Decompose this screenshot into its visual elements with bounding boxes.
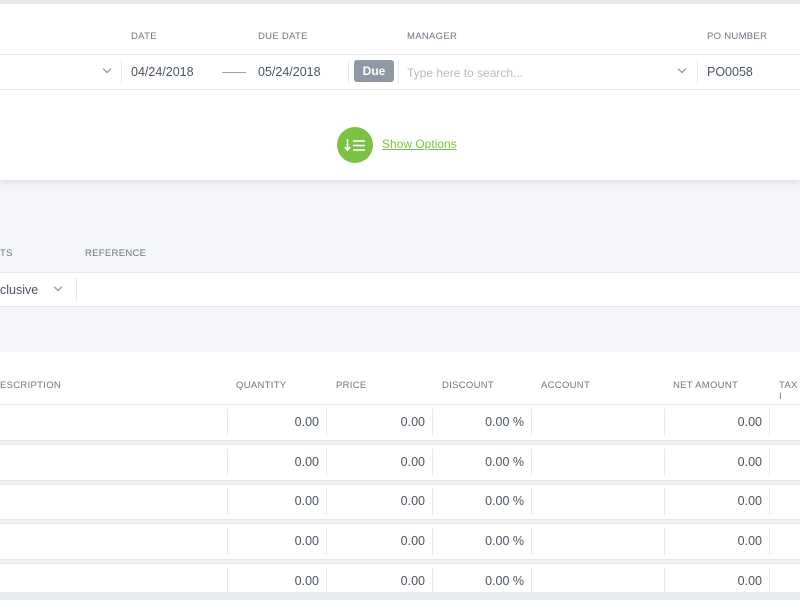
cell-net-amount[interactable]: 0.00 [738, 534, 762, 548]
cell-net-amount[interactable]: 0.00 [738, 494, 762, 508]
row-divider [0, 479, 800, 485]
col-account: ACCOUNT [541, 380, 591, 391]
cell-price[interactable]: 0.00 [401, 494, 425, 508]
cell-separator [227, 567, 228, 595]
col-quantity: QUANTITY [236, 380, 287, 391]
cell-net-amount[interactable]: 0.00 [738, 574, 762, 588]
table-header-divider [0, 404, 800, 405]
cell-quantity[interactable]: 0.00 [295, 494, 319, 508]
due-date-label: DUE DATE [258, 31, 308, 42]
po-number-field[interactable]: PO0058 [707, 65, 753, 79]
table-row: 0.00 0.00 0.00 % 0.00 [0, 446, 800, 480]
col-description: ESCRIPTION [0, 380, 62, 391]
chevron-down-icon [102, 64, 112, 74]
separator [348, 60, 349, 84]
row-divider [0, 440, 800, 445]
chevron-down-icon[interactable] [677, 64, 687, 74]
account-input[interactable] [532, 485, 664, 519]
cell-price[interactable]: 0.00 [401, 534, 425, 548]
cell-separator [326, 448, 327, 476]
cell-separator [664, 409, 665, 436]
account-input[interactable] [532, 525, 664, 559]
account-input[interactable] [532, 406, 664, 440]
manager-search-input[interactable]: Type here to search... [407, 66, 523, 80]
cell-discount[interactable]: 0.00 % [485, 455, 524, 469]
cell-price[interactable]: 0.00 [401, 455, 425, 469]
due-badge[interactable]: Due [354, 60, 394, 82]
cell-separator [326, 409, 327, 436]
cell-separator [432, 409, 433, 436]
table-row: 0.00 0.00 0.00 % 0.00 [0, 406, 800, 440]
cell-separator [326, 567, 327, 595]
date-range-dash [222, 72, 246, 73]
account-input[interactable] [532, 446, 664, 480]
cell-price[interactable]: 0.00 [401, 574, 425, 588]
cell-separator [432, 567, 433, 595]
reference-label: REFERENCE [85, 248, 147, 259]
row-divider [0, 559, 800, 565]
cell-separator [227, 488, 228, 516]
cell-discount[interactable]: 0.00 % [485, 494, 524, 508]
show-options-button[interactable] [337, 127, 373, 163]
col-price: PRICE [336, 380, 367, 391]
cell-separator [769, 567, 770, 595]
cell-separator [326, 528, 327, 556]
cell-separator [227, 409, 228, 436]
cell-separator [769, 409, 770, 436]
cell-net-amount[interactable]: 0.00 [738, 415, 762, 429]
cell-quantity[interactable]: 0.00 [295, 574, 319, 588]
separator [398, 60, 399, 84]
description-input[interactable] [0, 485, 227, 519]
col-tax: TAX I [779, 380, 798, 402]
row-divider [0, 519, 800, 525]
tax-select-value: clusive [0, 283, 39, 297]
cell-separator [432, 448, 433, 476]
cell-discount[interactable]: 0.00 % [485, 534, 524, 548]
cell-price[interactable]: 0.00 [401, 415, 425, 429]
po-number-label: PO NUMBER [707, 31, 768, 42]
due-date-field[interactable]: 05/24/2018 [258, 65, 321, 79]
separator [121, 60, 122, 84]
cell-separator [769, 488, 770, 516]
cell-discount[interactable]: 0.00 % [485, 415, 524, 429]
sort-list-icon [344, 139, 365, 152]
separator [697, 60, 698, 84]
bottom-strip [0, 592, 800, 600]
cell-separator [326, 488, 327, 516]
left-select[interactable] [0, 55, 121, 89]
cell-separator [769, 528, 770, 556]
reference-input[interactable] [77, 273, 800, 306]
cell-separator [769, 448, 770, 476]
table-row: 0.00 0.00 0.00 % 0.00 [0, 525, 800, 559]
cell-separator [432, 488, 433, 516]
chevron-down-icon [53, 282, 63, 292]
cell-net-amount[interactable]: 0.00 [738, 455, 762, 469]
col-net-amount: NET AMOUNT [673, 380, 739, 391]
description-input[interactable] [0, 446, 227, 480]
cell-separator [664, 528, 665, 556]
header-divider-bottom [0, 89, 800, 90]
manager-label: MANAGER [407, 31, 458, 42]
tax-select[interactable]: clusive [0, 273, 76, 306]
tax-label: TS [0, 248, 13, 259]
cell-separator [664, 448, 665, 476]
description-input[interactable] [0, 406, 227, 440]
cell-separator [227, 448, 228, 476]
cell-quantity[interactable]: 0.00 [295, 534, 319, 548]
date-label: DATE [131, 31, 157, 42]
show-options-link[interactable]: Show Options [382, 137, 457, 151]
header-card: DATE DUE DATE MANAGER PO NUMBER 04/24/20… [0, 4, 800, 180]
cell-quantity[interactable]: 0.00 [295, 415, 319, 429]
cell-separator [227, 528, 228, 556]
cell-separator [664, 488, 665, 516]
cell-quantity[interactable]: 0.00 [295, 455, 319, 469]
date-field[interactable]: 04/24/2018 [131, 65, 194, 79]
table-row: 0.00 0.00 0.00 % 0.00 [0, 485, 800, 519]
cell-separator [432, 528, 433, 556]
description-input[interactable] [0, 525, 227, 559]
cell-separator [664, 567, 665, 595]
cell-discount[interactable]: 0.00 % [485, 574, 524, 588]
col-discount: DISCOUNT [442, 380, 495, 391]
